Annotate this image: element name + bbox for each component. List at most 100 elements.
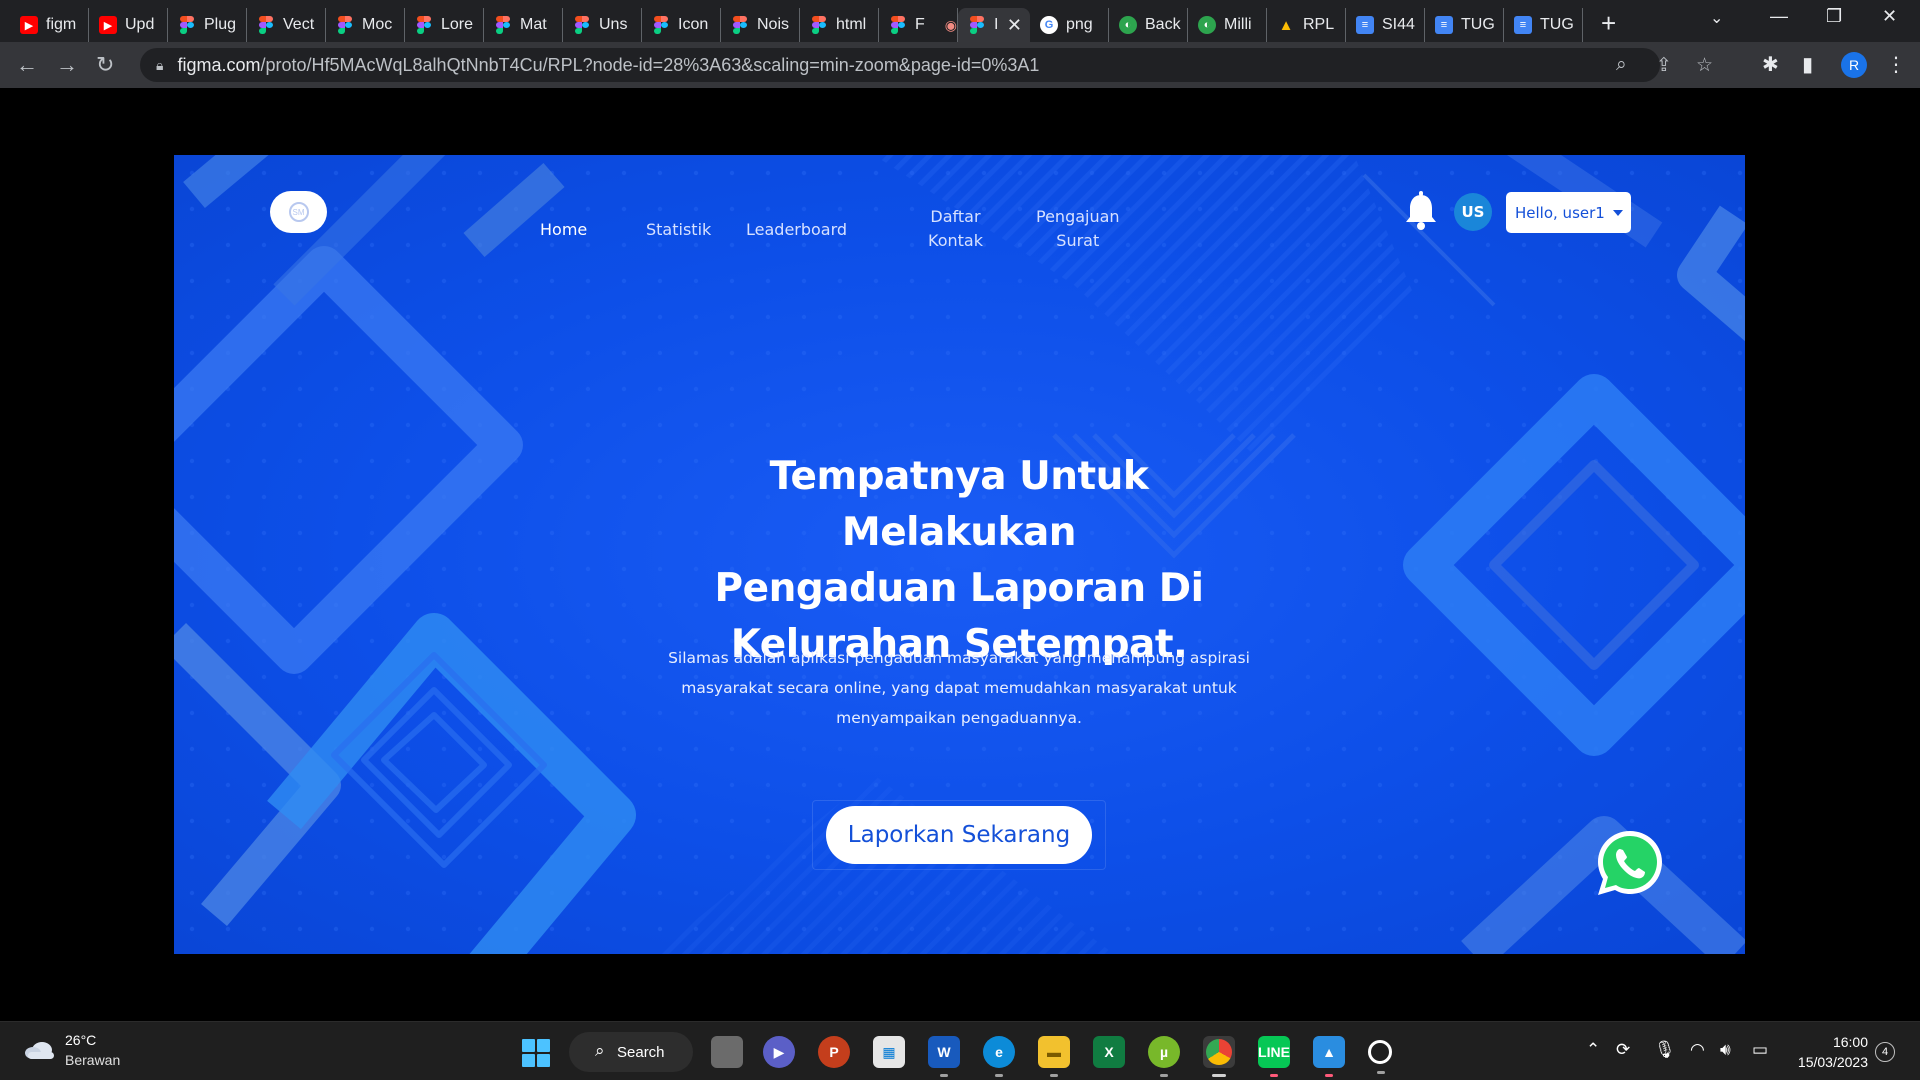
browser-tab[interactable]: ▲ RPL (1267, 8, 1346, 42)
browser-tab[interactable]: Icon (642, 8, 721, 42)
nav-pengajuan-surat-line2: Surat (1056, 231, 1100, 250)
bookmark-star-icon[interactable]: ☆ (1696, 54, 1713, 77)
new-tab-button[interactable]: + (1601, 8, 1616, 39)
user-avatar[interactable]: US (1454, 193, 1492, 231)
extensions-puzzle-icon[interactable]: ✱ (1762, 52, 1779, 77)
browser-tab[interactable]: ◐ Back (1109, 8, 1188, 42)
excel-icon[interactable]: X (1093, 1036, 1125, 1068)
figma-icon (415, 16, 433, 34)
zoom-icon[interactable]: ⌕ (1616, 54, 1627, 76)
browser-tab[interactable]: Lore (405, 8, 484, 42)
microsoft-store-icon[interactable]: ▦ (873, 1036, 905, 1068)
line-icon[interactable]: LINE (1258, 1036, 1290, 1077)
tab-title: RPL (1303, 16, 1335, 33)
url-text: figma.com/proto/Hf5MAcWqL8alhQtNnbT4Cu/R… (177, 54, 1040, 75)
browser-tab[interactable]: Vect (247, 8, 326, 42)
youtube-studio-icon: ▶ (99, 16, 117, 34)
weather-temperature[interactable]: 26°C (65, 1032, 96, 1048)
powerpoint-icon[interactable]: P (818, 1036, 850, 1068)
tab-title: Icon (678, 16, 709, 33)
clock-date: 15/03/2023 (1797, 1054, 1868, 1070)
figma-icon (573, 16, 591, 34)
reload-button[interactable]: ↻ (96, 52, 114, 78)
browser-tab[interactable]: ◐ Milli (1188, 8, 1267, 42)
hero-desc-line2: masyarakat secara online, yang dapat mem… (681, 679, 1237, 697)
minimize-button[interactable]: — (1770, 6, 1788, 27)
utorrent-icon[interactable]: µ (1148, 1036, 1180, 1077)
browser-tab[interactable]: html (800, 8, 879, 42)
whatsapp-icon[interactable] (1594, 827, 1666, 899)
share-icon[interactable]: ⇪ (1656, 54, 1672, 77)
browser-tab[interactable]: ≡ TUG (1425, 8, 1504, 42)
show-hidden-icons-chevron-icon[interactable]: ⌃ (1586, 1040, 1600, 1060)
browser-tab[interactable]: Uns (563, 8, 642, 42)
browser-tab[interactable]: Mat (484, 8, 563, 42)
browser-tab[interactable]: ▶ Upd (89, 8, 168, 42)
browser-tab[interactable]: F ◉ (879, 8, 958, 42)
photos-icon[interactable]: ▲ (1313, 1036, 1345, 1077)
volume-icon[interactable]: 🔊︎ (1720, 1040, 1731, 1060)
chrome-icon[interactable] (1203, 1036, 1235, 1077)
hero-title-line1: Tempatnya Untuk Melakukan (769, 454, 1149, 555)
close-tab-icon[interactable]: ✕ (1007, 15, 1022, 36)
wifi-icon[interactable]: ◠ (1690, 1040, 1705, 1060)
green-app-icon: ◐ (1198, 16, 1216, 34)
cloud-weather-icon[interactable] (24, 1040, 56, 1060)
browser-tab[interactable]: Moc (326, 8, 405, 42)
close-window-button[interactable]: ✕ (1882, 6, 1897, 27)
tab-title: html (836, 16, 867, 33)
file-explorer-icon[interactable]: ▬ (1038, 1036, 1070, 1077)
nav-pengajuan-surat[interactable]: Pengajuan Surat (1036, 205, 1120, 253)
laporkan-sekarang-button[interactable]: Laporkan Sekarang (826, 806, 1092, 864)
browser-tab[interactable]: Nois (721, 8, 800, 42)
browser-tab[interactable]: I ✕ (958, 8, 1030, 42)
teams-chat-icon[interactable]: ▶ (763, 1036, 795, 1068)
word-icon[interactable]: W (928, 1036, 960, 1077)
figma-icon (257, 16, 275, 34)
address-bar[interactable]: 🔒︎ figma.com/proto/Hf5MAcWqL8alhQtNnbT4C… (140, 48, 1713, 82)
lock-icon[interactable]: 🔒︎ (156, 57, 163, 74)
figma-icon (652, 16, 670, 34)
browser-tab[interactable]: ▶ figm (10, 8, 89, 42)
battery-icon[interactable]: ▭ (1752, 1040, 1768, 1060)
edge-icon[interactable]: e (983, 1036, 1015, 1077)
forward-button[interactable]: → (56, 52, 78, 78)
taskbar-search[interactable]: ⌕ Search (569, 1032, 693, 1072)
side-panel-icon[interactable]: ▮ (1802, 52, 1813, 77)
tab-search-chevron-icon[interactable]: ⌄ (1710, 8, 1723, 28)
browser-tab[interactable]: ≡ SI44 (1346, 8, 1425, 42)
notification-bell-icon[interactable] (1404, 191, 1438, 231)
task-view-icon[interactable] (711, 1036, 743, 1068)
browser-tab[interactable]: Gpng (1030, 8, 1109, 42)
nav-leaderboard[interactable]: Leaderboard (746, 218, 847, 242)
user-menu-dropdown[interactable]: Hello, user1 (1506, 192, 1631, 233)
notification-count-badge[interactable]: 4 (1875, 1042, 1895, 1062)
tab-title: TUG (1540, 16, 1574, 33)
obs-icon[interactable] (1368, 1040, 1392, 1074)
sync-icon[interactable]: ⟳ (1616, 1040, 1630, 1060)
browser-tab[interactable]: Plug (168, 8, 247, 42)
nav-home[interactable]: Home (540, 218, 587, 242)
nav-statistik[interactable]: Statistik (646, 218, 711, 242)
search-label: Search (617, 1043, 665, 1061)
restore-button[interactable]: ❐ (1826, 6, 1842, 27)
google-docs-icon: ≡ (1435, 16, 1453, 34)
microphone-icon[interactable]: 🎙︎ (1654, 1040, 1676, 1060)
hero-desc-line3: menyampaikan pengaduannya. (836, 709, 1082, 727)
hero-desc-line1: Silamas adalah aplikasi pengaduan masyar… (668, 649, 1250, 667)
weather-condition[interactable]: Berawan (65, 1052, 120, 1068)
nav-daftar-kontak[interactable]: Daftar Kontak (928, 205, 983, 253)
site-logo[interactable]: SM (270, 191, 327, 233)
tab-title: F (915, 16, 925, 33)
start-windows-icon[interactable] (522, 1039, 550, 1067)
chrome-menu-icon[interactable]: ⋮ (1886, 52, 1906, 77)
figma-icon (810, 16, 828, 34)
google-docs-icon: ≡ (1514, 16, 1532, 34)
tab-title: Uns (599, 16, 628, 33)
figma-icon (494, 16, 512, 34)
back-button[interactable]: ← (16, 52, 38, 78)
profile-avatar[interactable]: R (1841, 52, 1867, 78)
tab-title: Plug (204, 16, 237, 33)
browser-tab[interactable]: ≡ TUG (1504, 8, 1583, 42)
system-clock[interactable]: 16:00 15/03/2023 (1780, 1032, 1868, 1072)
